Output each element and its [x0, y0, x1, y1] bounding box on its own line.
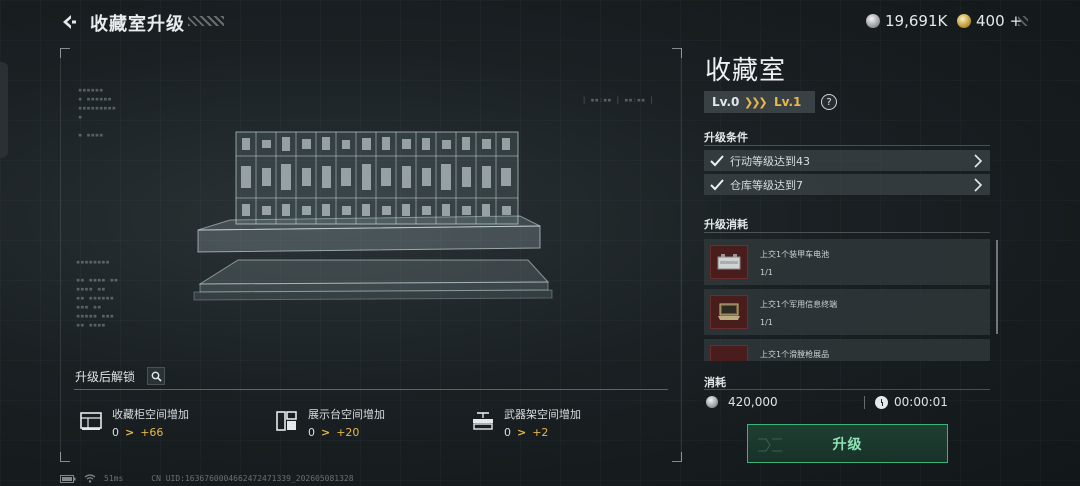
currency-decoration: [1018, 16, 1028, 26]
condition-text: 行动等级达到43: [730, 154, 810, 168]
ping-value: 51ms: [104, 474, 124, 483]
upgrade-button[interactable]: 升级: [747, 424, 948, 463]
clock-icon: [875, 395, 888, 409]
cost-item[interactable]: 上交1个装甲车电池 1/1: [704, 239, 990, 285]
unlock-item-values: 0 > +20: [308, 426, 359, 439]
unlock-to-value: +2: [532, 426, 549, 439]
cost-list-scrollbar[interactable]: [996, 240, 998, 334]
currency-premium-value: 400: [976, 12, 1005, 30]
gold-coin-icon: [957, 14, 971, 28]
costs-title: 升级消耗: [704, 218, 748, 231]
consume-label: 消耗: [704, 376, 726, 389]
unlock-item-name: 收藏柜空间增加: [112, 408, 189, 421]
unlock-to-value: +20: [336, 426, 360, 439]
currency-coins-value: 19,691K: [885, 12, 948, 30]
silver-coin-icon: [866, 14, 880, 28]
conditions-divider: [704, 145, 990, 146]
costs-divider: [704, 232, 990, 233]
currency-premium[interactable]: 400 +: [957, 12, 1022, 30]
cost-item-name: 上交1个装甲车电池: [760, 250, 830, 259]
level-next: Lv.1: [774, 95, 802, 109]
consume-money: 420,000: [706, 395, 778, 409]
unlock-from-value: 0: [112, 426, 119, 439]
chevron-right-icon: [966, 177, 990, 192]
back-arrow-icon: [63, 15, 76, 29]
silver-coin-icon: [706, 396, 718, 408]
help-button[interactable]: ?: [821, 94, 837, 110]
frame-corner: [60, 48, 70, 58]
item-thumbnail: [710, 295, 748, 329]
unlock-item-values: 0 > +2: [504, 426, 548, 439]
display-stand-icon: [276, 411, 297, 431]
unlock-from-value: 0: [504, 426, 511, 439]
unlock-search-button[interactable]: [147, 367, 165, 385]
unlock-arrow: >: [125, 426, 135, 439]
unlock-section-label: 升级后解锁: [75, 370, 136, 384]
level-indicator: Lv.0 ❯❯❯ Lv.1: [704, 91, 815, 113]
unlock-to-value: +66: [140, 426, 164, 439]
unlock-arrow: >: [517, 426, 527, 439]
item-thumbnail: [710, 245, 748, 279]
side-drawer-handle[interactable]: [0, 62, 8, 158]
frame-corner: [672, 48, 682, 58]
cost-item-count: 1/1: [760, 268, 773, 277]
upgrade-button-label: 升级: [832, 436, 863, 453]
battery-item-icon: [717, 254, 741, 270]
check-icon: [704, 154, 730, 167]
frame-corner: [60, 452, 70, 462]
cost-item-name: 上交1个滑膛枪展品: [760, 350, 830, 359]
room-name: 收藏室: [705, 56, 787, 86]
consume-time: 00:00:01: [875, 395, 948, 409]
frame-border-left: [60, 48, 61, 462]
terminal-item-icon: [718, 303, 740, 320]
hud-decoration: | ▪▪:▪▪ | ▪▪:▪▪ |: [582, 96, 654, 104]
consume-divider: [704, 389, 990, 390]
wifi-icon: [84, 474, 96, 483]
hud-decoration: ▪▪▪▪▪▪▪▪ ▪▪ ▪▪▪▪ ▪▪ ▪▪▪▪ ▪▪ ▪▪ ▪▪▪▪▪▪ ▪▪▪ ▪▪…: [76, 258, 119, 329]
condition-text: 仓库等级达到7: [730, 178, 803, 192]
collection-room-hologram: [193, 131, 553, 301]
consume-time-value: 00:00:01: [894, 395, 948, 409]
check-icon: [704, 178, 730, 191]
back-button[interactable]: [58, 12, 78, 32]
unlock-divider: [74, 389, 668, 390]
cost-item-count: 1/1: [760, 318, 773, 327]
cost-item[interactable]: 上交1个滑膛枪展品: [704, 339, 990, 361]
level-current: Lv.0: [712, 95, 740, 109]
unlock-arrow: >: [321, 426, 331, 439]
consume-separator: [864, 396, 865, 409]
hud-decoration: ▪▪▪▪▪▪ ▪ ▪▪▪▪▪▪ ▪▪▪▪▪▪▪▪▪ ▪ ▪ ▪▪▪▪: [78, 86, 116, 139]
button-decoration-icon: [758, 438, 782, 452]
weapon-rack-icon: [473, 412, 493, 430]
condition-row[interactable]: 仓库等级达到7: [704, 174, 990, 195]
condition-row[interactable]: 行动等级达到43: [704, 150, 990, 171]
battery-icon: [60, 474, 76, 483]
unlock-item-name: 展示台空间增加: [308, 408, 385, 421]
consume-money-value: 420,000: [728, 395, 778, 409]
footer-status: 51ms CN UID:1636760004662472471339_20260…: [60, 474, 354, 483]
currency-coins: 19,691K: [866, 12, 947, 30]
cabinet-icon: [80, 412, 102, 430]
unlock-item-values: 0 > +66: [112, 426, 163, 439]
level-arrows-icon: ❯❯❯: [744, 95, 768, 109]
user-uid: CN UID:1636760004662472471339_2026050813…: [151, 474, 354, 483]
frame-border-right: [681, 48, 682, 462]
cost-item-name: 上交1个军用信息终端: [760, 300, 838, 309]
frame-corner: [672, 452, 682, 462]
search-icon: [151, 371, 162, 382]
conditions-title: 升级条件: [704, 131, 748, 144]
page-title: 收藏室升级: [90, 14, 185, 35]
cost-item[interactable]: 上交1个军用信息终端 1/1: [704, 289, 990, 335]
cost-items-list[interactable]: 上交1个装甲车电池 1/1 上交1个军用信息终端 1/1 上交1个滑膛枪展品: [704, 237, 996, 361]
title-decoration: [188, 16, 224, 26]
unlock-from-value: 0: [308, 426, 315, 439]
unlock-item-name: 武器架空间增加: [504, 408, 581, 421]
item-thumbnail: [710, 345, 748, 361]
chevron-right-icon: [966, 153, 990, 168]
